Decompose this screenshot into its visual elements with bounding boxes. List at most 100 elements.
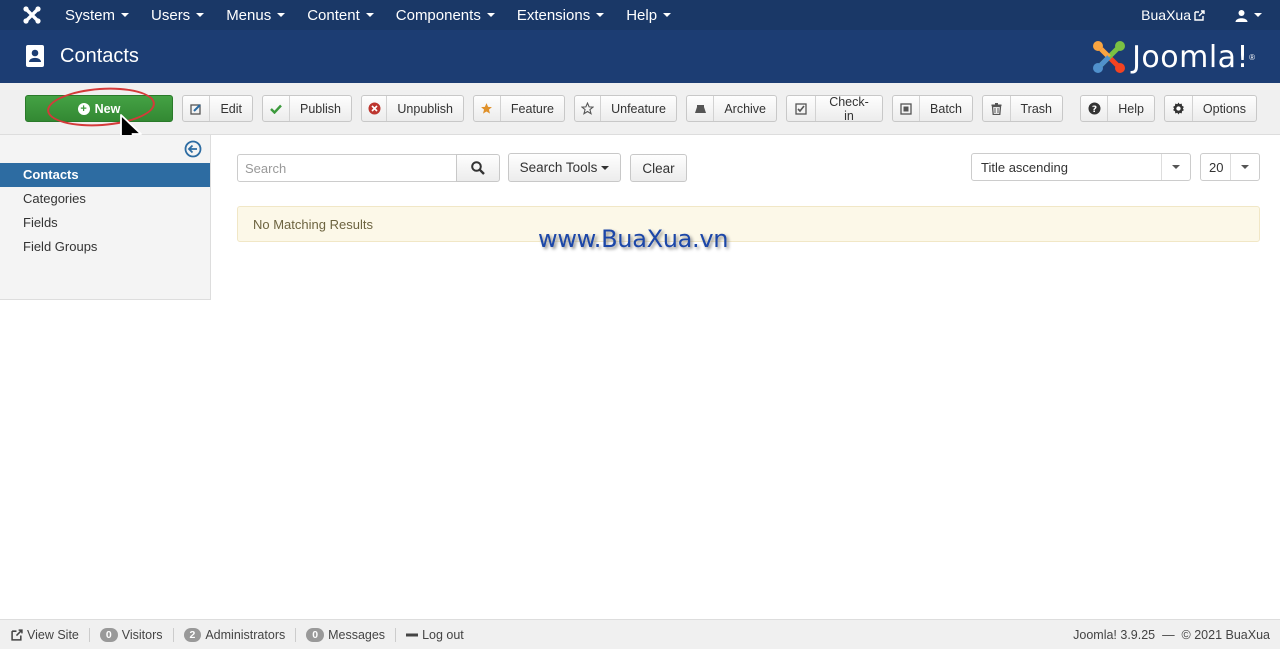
sidebar-item-fields[interactable]: Fields <box>0 211 210 235</box>
joomla-logo-icon[interactable] <box>22 5 42 25</box>
separator: — <box>1158 628 1179 642</box>
feature-button[interactable]: Feature <box>473 95 565 122</box>
view-site-link[interactable]: View Site <box>11 627 90 642</box>
edit-label: Edit <box>220 101 242 116</box>
unpublish-button[interactable]: Unpublish <box>361 95 464 122</box>
copyright-label: © 2021 BuaXua <box>1181 628 1270 642</box>
site-link[interactable]: BuaXua <box>1141 7 1205 23</box>
caret-down-icon <box>486 13 495 17</box>
edit-icon <box>183 96 211 121</box>
sort-select-value: Title ascending <box>981 159 1068 175</box>
trash-button[interactable]: Trash <box>982 95 1063 122</box>
joomla-brand: Joomla! ® <box>1090 38 1255 76</box>
visitors-status: 0 Visitors <box>90 627 174 642</box>
search-input[interactable]: Search <box>237 154 457 182</box>
select-arrow <box>1161 154 1190 180</box>
watermark: www.BuaXua.vn <box>538 225 729 253</box>
messages-label: Messages <box>328 627 386 642</box>
caret-down-icon <box>365 13 374 17</box>
help-label: Help <box>1118 101 1144 116</box>
sidebar-item-categories[interactable]: Categories <box>0 187 210 211</box>
logout-link[interactable]: Log out <box>396 628 474 642</box>
clear-button[interactable]: Clear <box>630 154 687 182</box>
batch-label: Batch <box>930 101 962 116</box>
archive-button[interactable]: Archive <box>686 95 777 122</box>
caret-down-icon <box>277 13 286 17</box>
trash-icon <box>983 96 1011 121</box>
menu-label: Menus <box>226 6 272 24</box>
visitors-badge: 0 <box>99 627 118 642</box>
no-results-alert: No Matching Results <box>237 206 1260 242</box>
menu-system[interactable]: System <box>53 0 139 30</box>
caret-down-icon <box>663 13 672 17</box>
menu-label: System <box>65 6 116 24</box>
list-limit-select[interactable]: 20 <box>1200 153 1260 181</box>
trash-label: Trash <box>1020 101 1053 116</box>
menu-label: Users <box>151 6 191 24</box>
archive-label: Archive <box>724 101 766 116</box>
caret-down-icon <box>596 13 605 17</box>
search-icon <box>471 161 485 175</box>
menu-users[interactable]: Users <box>139 0 214 30</box>
external-link-icon <box>11 628 23 641</box>
status-left: View Site 0 Visitors 2 Administrators 0 … <box>0 620 474 649</box>
site-link-label: BuaXua <box>1141 7 1191 23</box>
caret-down-icon <box>1241 165 1249 169</box>
publish-button[interactable]: Publish <box>262 95 352 122</box>
registered-mark-icon: ® <box>1249 52 1255 62</box>
menu-content[interactable]: Content <box>295 0 384 30</box>
unfeature-label: Unfeature <box>611 101 666 116</box>
menu-label: Help <box>626 6 658 24</box>
gear-icon <box>1165 96 1193 121</box>
help-button[interactable]: ? Help <box>1080 95 1155 122</box>
options-button[interactable]: Options <box>1164 95 1257 122</box>
caret-down-icon <box>601 165 610 170</box>
sidebar-item-field-groups[interactable]: Field Groups <box>0 235 210 259</box>
messages-link[interactable]: 0 Messages <box>296 627 397 642</box>
batch-icon <box>893 96 921 121</box>
view-site-label: View Site <box>27 627 79 642</box>
search-button[interactable] <box>456 154 500 182</box>
publish-label: Publish <box>300 101 341 116</box>
search-tools-label: Search Tools <box>519 160 598 175</box>
check-icon <box>263 96 290 121</box>
collapse-sidebar-icon[interactable] <box>184 140 202 158</box>
star-filled-icon <box>474 96 501 121</box>
toolbar: + New Edit Publish Unpublish Feature Unf… <box>0 83 1280 135</box>
search-tools-button[interactable]: Search Tools <box>508 153 621 182</box>
administrators-label: Administrators <box>205 627 286 642</box>
minus-icon <box>406 633 419 636</box>
menu-help[interactable]: Help <box>614 0 681 30</box>
administrators-status: 2 Administrators <box>174 627 297 642</box>
status-bar: View Site 0 Visitors 2 Administrators 0 … <box>0 619 1280 649</box>
user-menu[interactable] <box>1235 9 1262 22</box>
check-in-button[interactable]: Check-in <box>786 94 883 123</box>
external-link-icon <box>1194 9 1205 21</box>
sort-select[interactable]: Title ascending <box>971 153 1191 181</box>
list-limit-value: 20 <box>1209 159 1224 175</box>
menu-label: Content <box>307 6 360 24</box>
unpublish-icon <box>362 96 388 121</box>
unpublish-label: Unpublish <box>397 101 453 116</box>
feature-label: Feature <box>510 101 554 116</box>
batch-button[interactable]: Batch <box>892 95 973 122</box>
archive-icon <box>687 96 715 121</box>
menu-extensions[interactable]: Extensions <box>505 0 614 30</box>
select-arrow <box>1230 154 1259 180</box>
sidebar: Contacts Categories Fields Field Groups <box>0 135 211 300</box>
unfeature-button[interactable]: Unfeature <box>574 95 677 122</box>
menu-components[interactable]: Components <box>384 0 505 30</box>
visitors-label: Visitors <box>121 627 163 642</box>
joomla-brand-logo-icon <box>1093 41 1126 73</box>
version-label: Joomla! 3.9.25 <box>1073 628 1156 642</box>
sidebar-item-contacts[interactable]: Contacts <box>0 163 210 187</box>
menu-menus[interactable]: Menus <box>214 0 295 30</box>
edit-button[interactable]: Edit <box>182 95 253 122</box>
page-header: Contacts Joomla! ® <box>0 30 1280 83</box>
main-menu: System Users Menus Content Components Ex… <box>53 0 681 30</box>
user-icon <box>1235 9 1248 22</box>
check-in-label: Check-in <box>829 94 869 123</box>
caret-down-icon <box>1254 13 1262 17</box>
menu-label: Components <box>395 6 481 24</box>
messages-badge: 0 <box>306 627 325 642</box>
